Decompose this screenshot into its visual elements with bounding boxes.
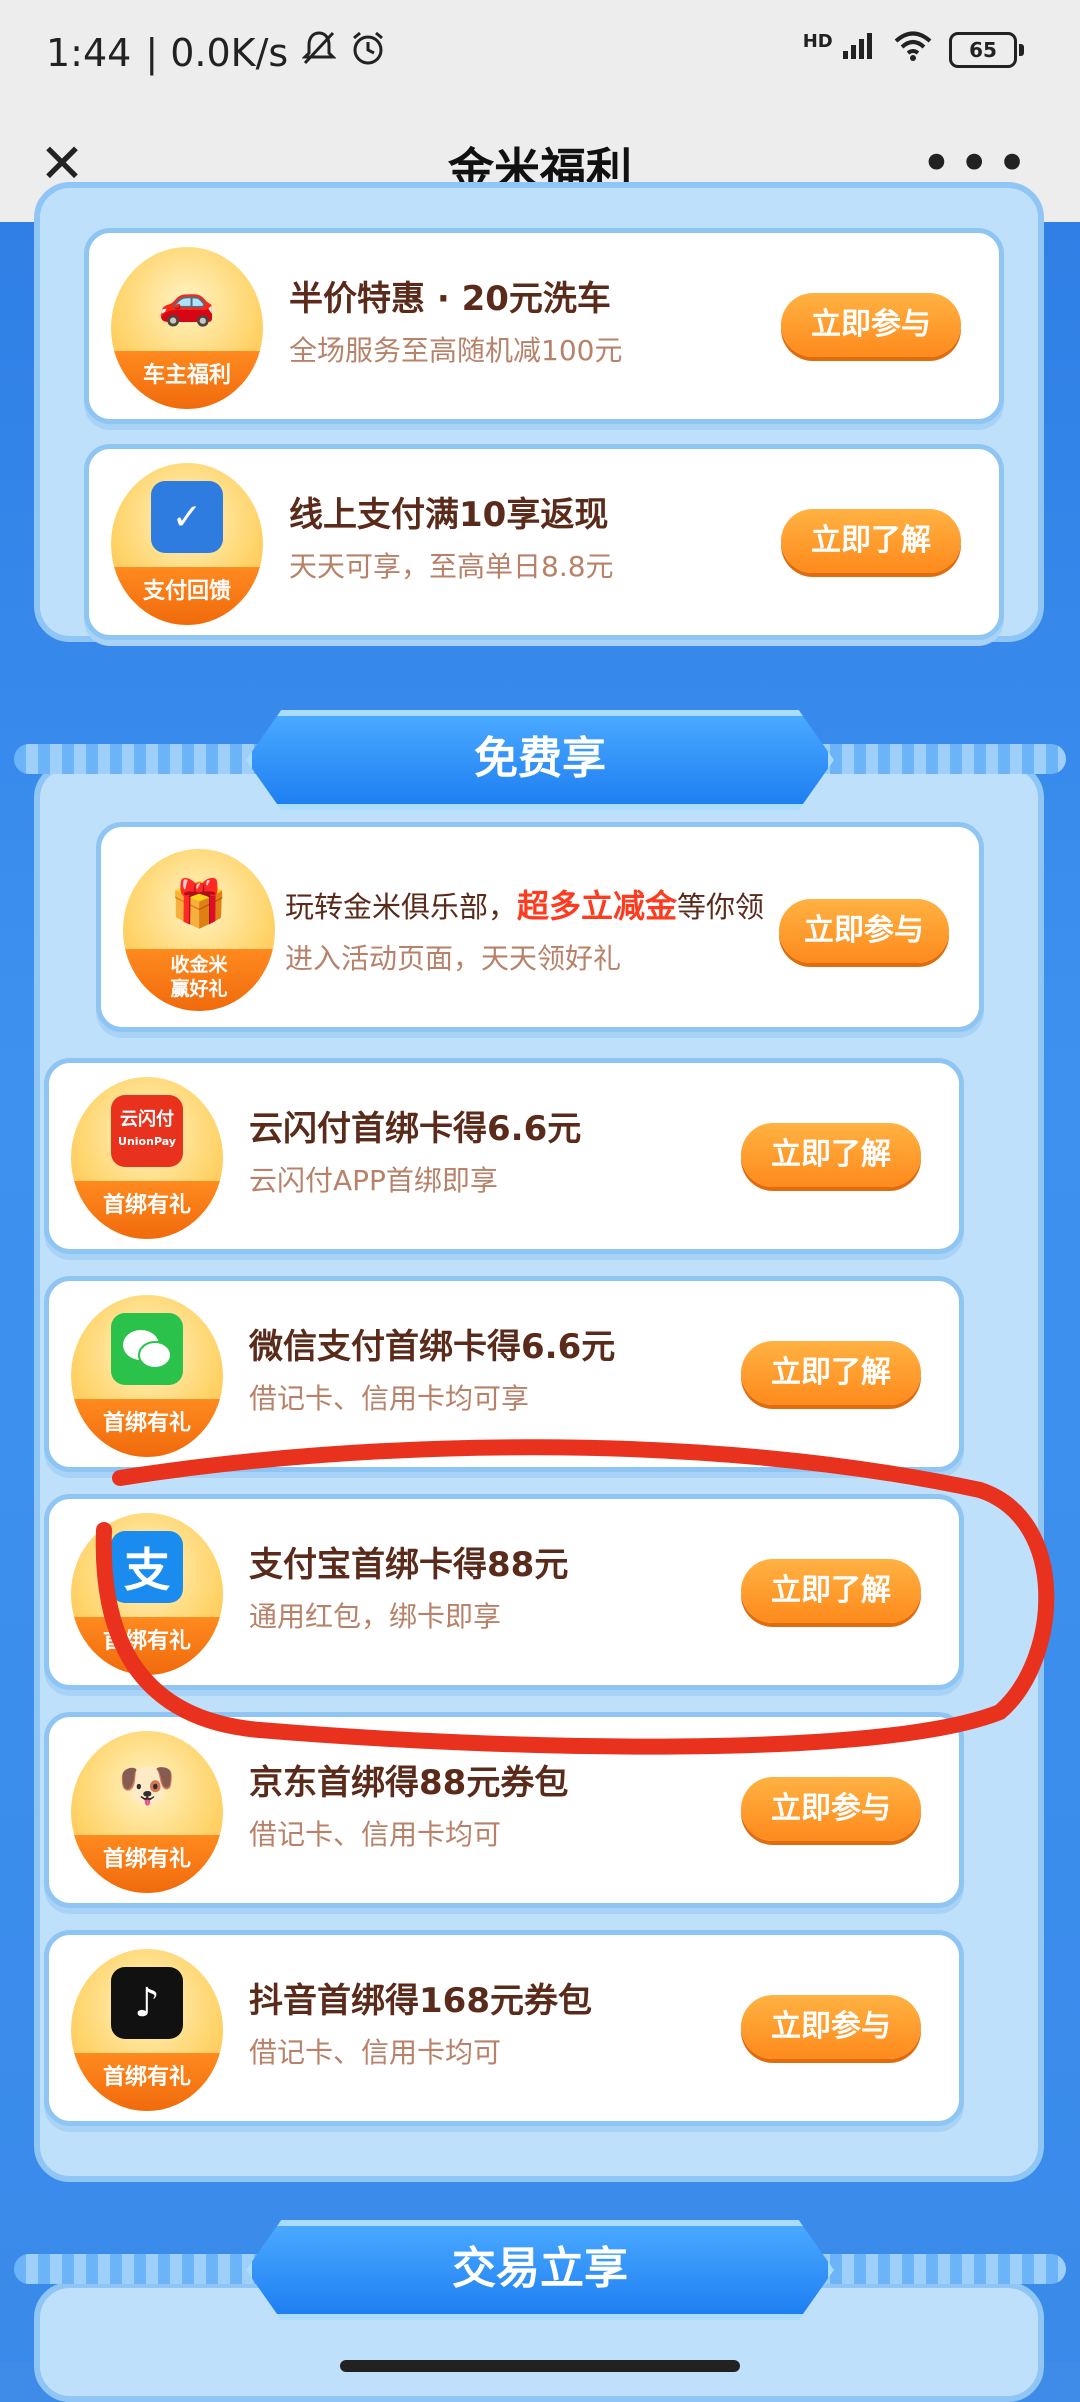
signal-label: HD (802, 31, 833, 52)
list-item[interactable]: ♪ 首绑有礼 抖音首绑得168元券包 借记卡、信用卡均可 立即参与 (44, 1930, 964, 2126)
card-subtitle: 通用红包，绑卡即享 (249, 1600, 502, 1633)
title-suffix: 等你领 (677, 890, 765, 924)
alipay-icon: 支 首绑有礼 (71, 1513, 223, 1675)
alipay-logo-icon: 支 (111, 1531, 183, 1603)
list-item[interactable]: 🚗 车主福利 半价特惠 · 20元洗车 全场服务至高随机减100元 立即参与 (84, 228, 1004, 424)
alarm-clock-icon (350, 30, 386, 75)
card-subtitle: 云闪付APP首绑即享 (249, 1164, 498, 1197)
card-tag: 支付回馈 (111, 567, 263, 625)
unionpay-logo-text: 云闪付 (120, 1109, 174, 1130)
battery-tip (1019, 43, 1024, 56)
payment-reward-icon: ✓ 支付回馈 (111, 463, 263, 625)
home-indicator[interactable] (340, 2360, 740, 2372)
wifi-icon (893, 30, 933, 69)
mute-bell-icon (301, 30, 337, 75)
top-panel: 🚗 车主福利 半价特惠 · 20元洗车 全场服务至高随机减100元 立即参与 ✓… (34, 182, 1044, 642)
card-title: 半价特惠 · 20元洗车 (289, 279, 611, 319)
learn-more-button[interactable]: 立即了解 (741, 1123, 921, 1187)
learn-more-button[interactable]: 立即了解 (741, 1341, 921, 1405)
card-title: 京东首绑得88元券包 (249, 1763, 569, 1803)
unionpay-icon: 云闪付 UnionPay 首绑有礼 (71, 1077, 223, 1239)
card-title: 云闪付首绑卡得6.6元 (249, 1109, 582, 1149)
card-title: 玩转金米俱乐部，超多立减金等你领 (285, 881, 764, 927)
gift-box-icon: 🎁 (170, 875, 228, 930)
douyin-icon: ♪ 首绑有礼 (71, 1949, 223, 2111)
jd-icon: 🐶 首绑有礼 (71, 1731, 223, 1893)
content-area: 🚗 车主福利 半价特惠 · 20元洗车 全场服务至高随机减100元 立即参与 ✓… (0, 182, 1080, 2402)
card-tag: 首绑有礼 (71, 1835, 223, 1893)
join-button[interactable]: 立即参与 (781, 293, 961, 357)
card-subtitle: 天天可享，至高单日8.8元 (289, 550, 614, 583)
join-button[interactable]: 立即参与 (741, 1995, 921, 2059)
free-section: 免费享 🎁 收金米 赢好礼 玩转金米俱乐部，超多立减金等你领 进入活动页面，天天领… (0, 692, 1080, 2192)
join-button[interactable]: 立即参与 (741, 1777, 921, 1841)
card-tag: 首绑有礼 (71, 1399, 223, 1457)
card-tag: 收金米 赢好礼 (123, 949, 275, 1011)
card-tag: 首绑有礼 (71, 1617, 223, 1675)
card-tag: 车主福利 (111, 351, 263, 409)
signal-icon: HD (803, 31, 877, 68)
unionpay-logo-icon: 云闪付 UnionPay (111, 1095, 183, 1167)
battery-icon: 65 (949, 31, 1017, 68)
status-net-speed: | 0.0K/s (145, 30, 289, 75)
title-highlight: 超多立减金 (517, 887, 678, 925)
list-item[interactable]: ✓ 支付回馈 线上支付满10享返现 天天可享，至高单日8.8元 立即了解 (84, 444, 1004, 640)
jd-mascot-icon: 🐶 (118, 1757, 176, 1812)
list-item[interactable]: 首绑有礼 微信支付首绑卡得6.6元 借记卡、信用卡均可享 立即了解 (44, 1276, 964, 1472)
card-tag: 首绑有礼 (71, 1181, 223, 1239)
section-header-free: 免费享 (246, 710, 834, 810)
card-subtitle: 借记卡、信用卡均可 (249, 2036, 502, 2069)
douyin-logo-icon: ♪ (111, 1967, 183, 2039)
card-title: 线上支付满10享返现 (289, 495, 609, 535)
wechat-pay-icon: 首绑有礼 (71, 1295, 223, 1457)
learn-more-button[interactable]: 立即了解 (741, 1559, 921, 1623)
card-title: 微信支付首绑卡得6.6元 (249, 1327, 616, 1367)
status-time: 1:44 (46, 30, 132, 75)
card-tag: 首绑有礼 (71, 2053, 223, 2111)
title-prefix: 玩转金米俱乐部， (285, 890, 518, 924)
status-bar: 1:44 | 0.0K/s HD 65 (0, 0, 1080, 106)
section-header-trade: 交易立享 (246, 2220, 834, 2320)
status-right: HD 65 (803, 30, 1024, 69)
trade-section: 交易立享 (0, 2202, 1080, 2402)
phone-gift-icon: ✓ (151, 481, 223, 553)
list-item[interactable]: 云闪付 UnionPay 首绑有礼 云闪付首绑卡得6.6元 云闪付APP首绑即享… (44, 1058, 964, 1254)
card-subtitle: 全场服务至高随机减100元 (289, 334, 623, 367)
status-left: 1:44 | 0.0K/s (46, 30, 386, 75)
card-title: 抖音首绑得168元券包 (249, 1981, 592, 2021)
card-subtitle: 进入活动页面，天天领好礼 (285, 942, 622, 975)
battery-level: 65 (969, 37, 997, 62)
card-subtitle: 借记卡、信用卡均可享 (249, 1382, 530, 1415)
list-item[interactable]: 🐶 首绑有礼 京东首绑得88元券包 借记卡、信用卡均可 立即参与 (44, 1712, 964, 1908)
club-gift-icon: 🎁 收金米 赢好礼 (123, 849, 275, 1011)
list-item[interactable]: 🎁 收金米 赢好礼 玩转金米俱乐部，超多立减金等你领 进入活动页面，天天领好礼 立… (96, 822, 984, 1032)
card-subtitle: 借记卡、信用卡均可 (249, 1818, 502, 1851)
car-owner-icon: 🚗 车主福利 (111, 247, 263, 409)
unionpay-logo-sub: UnionPay (118, 1135, 176, 1148)
card-title: 支付宝首绑卡得88元 (249, 1545, 569, 1585)
join-button[interactable]: 立即参与 (779, 899, 949, 963)
list-item[interactable]: 支 首绑有礼 支付宝首绑卡得88元 通用红包，绑卡即享 立即了解 (44, 1494, 964, 1690)
car-icon: 🚗 (158, 273, 216, 328)
wechat-logo-icon (111, 1313, 183, 1385)
learn-more-button[interactable]: 立即了解 (781, 509, 961, 573)
